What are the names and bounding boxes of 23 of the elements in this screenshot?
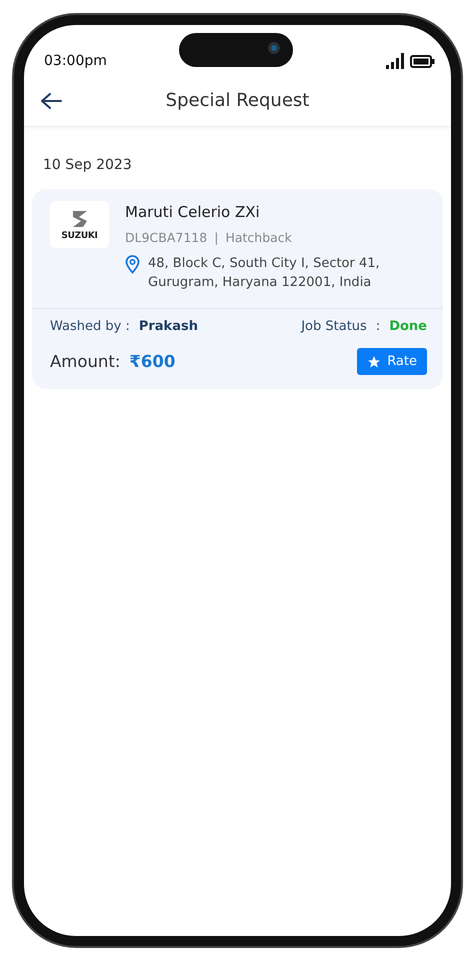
colon: :: [376, 319, 380, 334]
signal-icon: [386, 53, 406, 69]
amount-label: Amount:: [50, 352, 120, 371]
location-pin-icon: [125, 255, 140, 274]
washer-name: Prakash: [138, 319, 198, 334]
car-name: Maruti Celerio ZXi: [125, 203, 261, 221]
star-icon: [367, 354, 382, 368]
brand-logo: SUZUKI: [50, 201, 109, 248]
separator: |: [214, 230, 218, 245]
amount-value: ₹600: [129, 352, 176, 371]
status-time: 03:00pm: [44, 53, 107, 69]
address-text: 48, Block C, South City I, Sector 41, Gurugram, Haryana 122001, India: [148, 255, 381, 292]
washed-by-label: Washed by :: [50, 319, 130, 334]
camera-icon: [267, 41, 281, 55]
back-button[interactable]: [40, 92, 62, 110]
battery-icon: [410, 54, 435, 68]
request-date: 10 Sep 2023: [43, 157, 133, 173]
job-status-label: Job Status: [301, 319, 367, 334]
job-status-value: Done: [389, 319, 427, 334]
page-title: Special Request: [164, 90, 310, 111]
plate-number: DL9CBA7118: [125, 230, 208, 245]
body-type: Hatchback: [225, 230, 292, 245]
rate-button[interactable]: Rate: [357, 348, 427, 375]
